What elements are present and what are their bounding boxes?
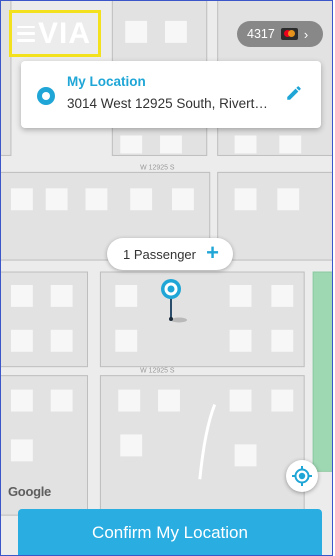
app-screen: W 12925 S W 12925 S VIA 4317 › My Locati… <box>0 0 333 556</box>
map-building <box>234 444 257 467</box>
location-target-icon <box>37 87 55 105</box>
map-building <box>85 188 108 211</box>
map-building <box>130 188 153 211</box>
map-building <box>50 389 73 412</box>
pickup-title: My Location <box>67 74 146 89</box>
map-pin-icon <box>161 279 187 323</box>
map-building <box>50 329 73 352</box>
map-building <box>271 389 294 412</box>
map-building <box>158 389 180 412</box>
recenter-button[interactable] <box>286 460 318 492</box>
passenger-count-selector[interactable]: 1 Passenger + <box>107 238 233 270</box>
map-building <box>160 135 182 154</box>
map-building <box>45 188 68 211</box>
menu-button[interactable]: VIA <box>9 10 101 57</box>
map-building <box>10 389 33 412</box>
map-building <box>229 389 252 412</box>
map-building <box>120 135 143 154</box>
map-building <box>277 188 300 211</box>
map-building <box>125 20 148 43</box>
via-logo: VIA <box>38 16 92 50</box>
payment-method-button[interactable]: 4317 › <box>237 21 323 47</box>
map-building <box>165 20 187 43</box>
map-park <box>312 271 332 472</box>
pickup-address: 3014 West 12925 South, Rivert… <box>67 96 268 111</box>
street-label: W 12925 S <box>140 164 175 171</box>
map-building <box>50 284 73 307</box>
pencil-edit-icon[interactable] <box>285 83 303 103</box>
card-number: 4317 <box>247 27 275 41</box>
pickup-location-card[interactable]: My Location 3014 West 12925 South, River… <box>21 61 321 128</box>
map-building <box>115 329 138 352</box>
map-building <box>229 329 252 352</box>
chevron-right-icon: › <box>303 26 309 42</box>
plus-icon[interactable]: + <box>206 242 219 264</box>
my-location-icon <box>292 466 312 486</box>
google-attribution: Google <box>8 484 51 499</box>
confirm-location-button[interactable]: Confirm My Location <box>18 509 322 555</box>
map-block <box>217 171 332 261</box>
map-building <box>271 284 294 307</box>
map-building <box>10 284 33 307</box>
map-building <box>10 188 33 211</box>
map-building <box>10 329 33 352</box>
map-building <box>271 329 294 352</box>
map-building <box>234 135 257 154</box>
map-building <box>118 389 141 412</box>
passenger-count-label: 1 Passenger <box>123 246 196 262</box>
map-building <box>120 434 143 457</box>
map-building <box>279 135 302 154</box>
hamburger-menu-icon <box>17 25 35 42</box>
map-building <box>10 439 33 462</box>
map-building <box>115 284 138 307</box>
map-building <box>171 188 194 211</box>
street-label: W 12925 S <box>140 368 175 375</box>
map-building <box>234 188 257 211</box>
map-building <box>229 284 252 307</box>
mastercard-icon <box>280 28 298 40</box>
